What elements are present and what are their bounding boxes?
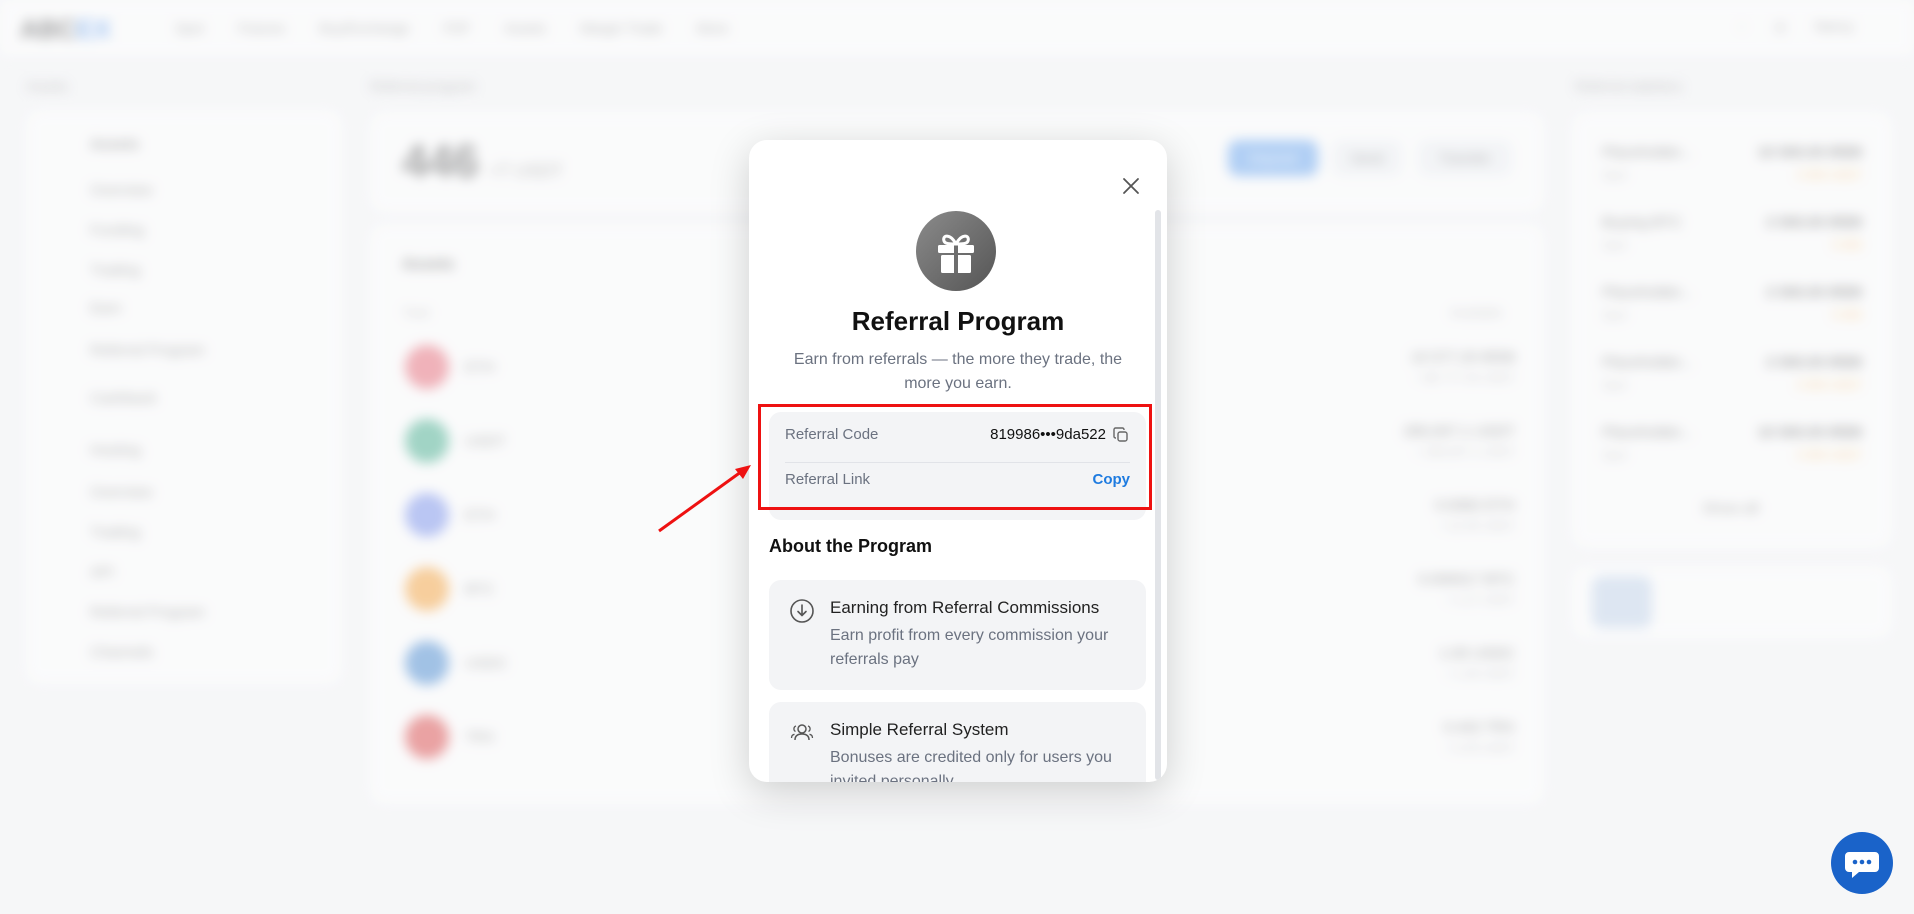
gift-icon — [916, 211, 996, 291]
annotation-arrow-icon — [658, 465, 751, 533]
modal-scrollbar[interactable] — [1155, 210, 1161, 780]
feature-title: Earning from Referral Commissions — [830, 598, 1100, 617]
chat-icon — [1845, 852, 1879, 878]
chat-button[interactable] — [1831, 832, 1893, 894]
feature-title: Simple Referral System — [830, 720, 1009, 739]
feature-text: Earn profit from every commission your r… — [830, 627, 1109, 668]
modal-title: Referral Program — [851, 306, 1065, 336]
download-circle-icon — [790, 599, 814, 623]
highlight-box — [758, 404, 1152, 510]
close-icon[interactable] — [1119, 174, 1143, 198]
feature-card-commissions: Earning from Referral Commissions Earn p… — [769, 580, 1146, 690]
about-title: About the Program — [769, 536, 933, 556]
feature-text: Bonuses are credited only for users you … — [830, 749, 1112, 782]
feature-card-simple-system: Simple Referral System Bonuses are credi… — [769, 702, 1146, 782]
modal-description: Earn from referrals — the more they trad… — [793, 351, 1123, 392]
users-icon — [790, 724, 814, 741]
